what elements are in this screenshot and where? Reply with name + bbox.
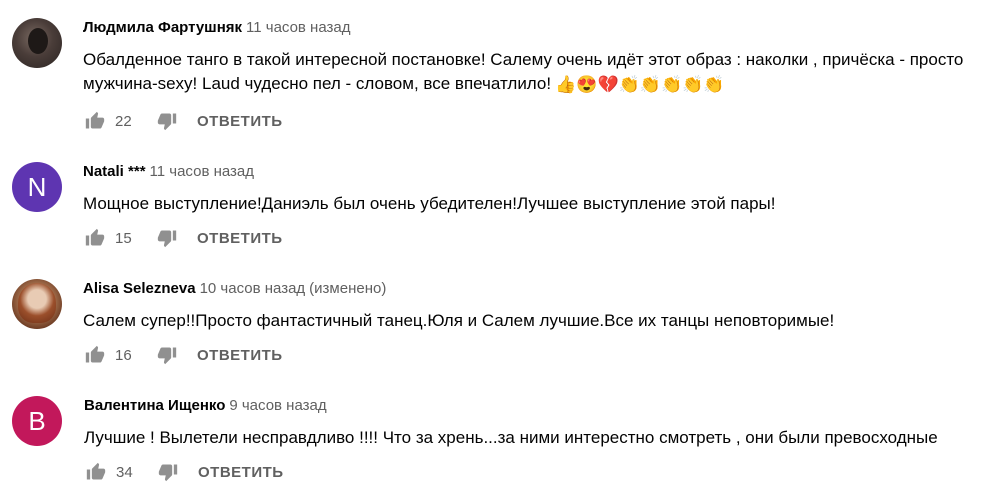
like-count: 34 (116, 463, 133, 481)
comment-text-line: Салем супер!!Просто фантастичный танец.Ю… (83, 311, 835, 330)
like-count: 22 (115, 112, 132, 130)
dislike-button[interactable] (155, 343, 179, 367)
thumbs-up-icon (85, 228, 105, 246)
reply-button[interactable]: ОТВЕТИТЬ (198, 464, 284, 481)
avatar[interactable]: N (12, 162, 62, 212)
edited-label: (изменено) (309, 280, 387, 297)
author-name[interactable]: Людмила Фартушняк (83, 19, 242, 36)
thumbs-up-icon (86, 462, 106, 480)
author-name[interactable]: Валентина Ищенко (84, 397, 225, 414)
like-count: 16 (115, 346, 132, 364)
like-button[interactable] (84, 460, 108, 484)
dislike-button[interactable] (155, 109, 179, 133)
thumbs-down-icon (157, 347, 177, 365)
comment-actions: 22 ОТВЕТИТЬ (83, 109, 283, 133)
comment-header: Natali *** 11 часов назад (83, 162, 254, 182)
comment-text: Салем супер!!Просто фантастичный танец.Ю… (83, 309, 998, 333)
thumbs-down-icon (158, 464, 178, 482)
comment-text-line: Мощное выступление!Даниэль был очень убе… (83, 194, 776, 213)
broken-heart-emoji: 💔 (597, 74, 619, 94)
comment-header: Валентина Ищенко 9 часов назад (84, 396, 327, 416)
comment-text: Лучшие ! Вылетели несправдливо !!!! Что … (84, 426, 999, 450)
like-button[interactable] (83, 109, 107, 133)
comment-text: Мощное выступление!Даниэль был очень убе… (83, 192, 998, 216)
thumbs-up-icon (85, 345, 105, 363)
thumbs-down-icon (157, 230, 177, 248)
thumbs-up-icon (85, 111, 105, 129)
clapping-emoji: 👏 (682, 74, 704, 94)
avatar[interactable]: B (12, 396, 62, 446)
emoji-group: 👍😍💔👏👏👏👏👏 (555, 73, 724, 97)
comment-text-line: Лучшие ! Вылетели несправдливо !!!! Что … (84, 428, 938, 447)
comment-text-line: Обалденное танго в такой интересной пост… (83, 50, 964, 69)
reply-button[interactable]: ОТВЕТИТЬ (197, 230, 283, 247)
heart-eyes-emoji: 😍 (576, 74, 598, 94)
clapping-emoji: 👏 (618, 74, 640, 94)
clapping-emoji: 👏 (639, 74, 661, 94)
comment-text: Обалденное танго в такой интересной пост… (83, 48, 998, 97)
comment-timestamp[interactable]: 10 часов назад (200, 280, 306, 297)
comment-header: Людмила Фартушняк 11 часов назад (83, 18, 351, 38)
comment-actions: 16 ОТВЕТИТЬ (83, 343, 283, 367)
comment-actions: 34 ОТВЕТИТЬ (84, 460, 284, 484)
like-count: 15 (115, 229, 132, 247)
dislike-button[interactable] (156, 460, 180, 484)
dislike-button[interactable] (155, 226, 179, 250)
comment-timestamp[interactable]: 11 часов назад (246, 19, 350, 36)
thumbs-up-emoji: 👍 (555, 74, 577, 94)
clapping-emoji: 👏 (703, 74, 725, 94)
like-button[interactable] (83, 343, 107, 367)
avatar[interactable] (12, 279, 62, 329)
thumbs-down-icon (157, 113, 177, 131)
reply-button[interactable]: ОТВЕТИТЬ (197, 113, 283, 130)
clapping-emoji: 👏 (660, 74, 683, 94)
avatar[interactable] (12, 18, 62, 68)
avatar-letter: N (27, 171, 47, 202)
like-button[interactable] (83, 226, 107, 250)
avatar-letter: B (28, 405, 46, 436)
comment-header: Alisa Selezneva 10 часов назад (изменено) (83, 279, 386, 299)
author-name[interactable]: Natali *** (83, 163, 146, 180)
comment-actions: 15 ОТВЕТИТЬ (83, 226, 283, 250)
comment-timestamp[interactable]: 11 часов назад (150, 163, 254, 180)
comment-timestamp[interactable]: 9 часов назад (229, 397, 326, 414)
author-name[interactable]: Alisa Selezneva (83, 280, 196, 297)
reply-button[interactable]: ОТВЕТИТЬ (197, 347, 283, 364)
comment-text-line: мужчина-sexy! Laud чудесно пел - словом,… (83, 74, 552, 93)
